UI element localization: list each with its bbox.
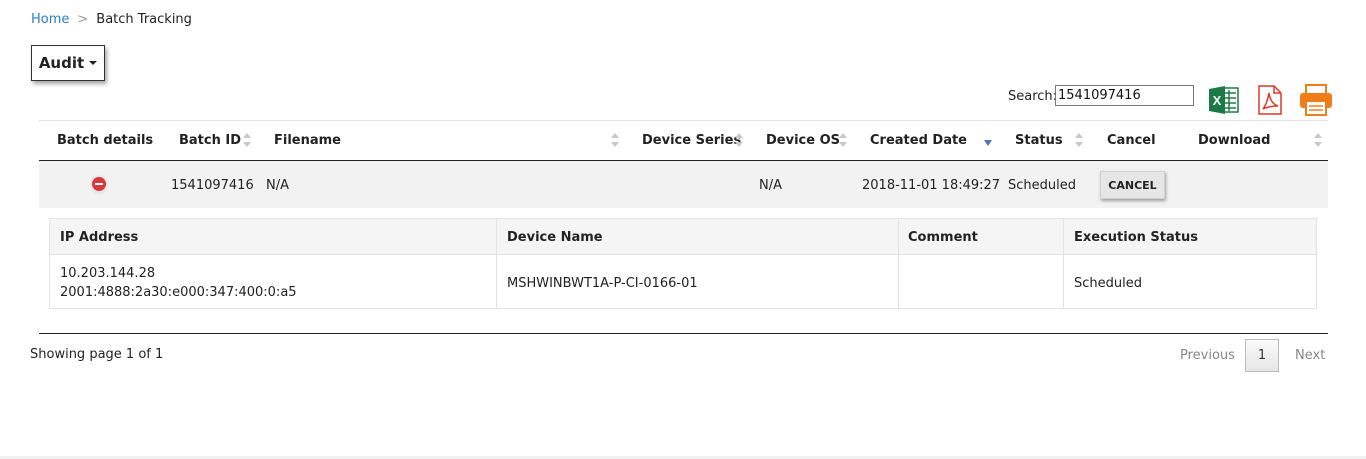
column-header-device-series[interactable]: Device Series (642, 133, 741, 148)
cell-ipv4-address: 10.203.144.28 (60, 266, 156, 281)
cell-filename: N/A (266, 178, 289, 193)
sort-icon[interactable] (735, 133, 743, 149)
breadcrumb-separator: > (77, 12, 89, 27)
caret-down-icon (89, 61, 98, 65)
cell-status: Scheduled (1008, 178, 1076, 193)
column-header-filename[interactable]: Filename (274, 133, 341, 148)
cell-device-os: N/A (759, 178, 782, 193)
page-info: Showing page 1 of 1 (30, 347, 164, 362)
breadcrumb: Home > Batch Tracking (31, 12, 192, 27)
column-header-download[interactable]: Download (1198, 133, 1270, 148)
previous-page-button[interactable]: Previous (1180, 348, 1235, 363)
cell-execution-status: Scheduled (1074, 276, 1142, 291)
audit-dropdown-button[interactable]: Audit (31, 45, 105, 81)
sort-icon[interactable] (1075, 133, 1083, 149)
svg-text:X: X (1213, 93, 1222, 108)
column-divider (1063, 219, 1064, 308)
cell-ipv6-address: 2001:4888:2a30:e000:347:400:0:a5 (60, 285, 297, 300)
column-header-created-date[interactable]: Created Date (870, 133, 967, 148)
sort-icon[interactable] (839, 133, 847, 149)
breadcrumb-home-link[interactable]: Home (31, 12, 69, 27)
breadcrumb-current: Batch Tracking (96, 12, 192, 27)
details-header-execution-status: Execution Status (1074, 230, 1198, 245)
details-header-comment: Comment (908, 230, 978, 245)
cell-batch-id: 1541097416 (171, 178, 254, 193)
table-top-border (39, 120, 1328, 121)
batch-details-table: IP Address Device Name Comment Execution… (49, 218, 1317, 309)
sort-icon[interactable] (1314, 133, 1322, 149)
column-divider (898, 219, 899, 308)
audit-button-label: Audit (38, 54, 85, 72)
sort-icon[interactable] (243, 133, 251, 149)
search-input[interactable] (1055, 85, 1194, 106)
sort-descending-icon[interactable] (984, 140, 992, 146)
details-header-device-name: Device Name (507, 230, 603, 245)
page-1-button[interactable]: 1 (1245, 339, 1279, 372)
cell-created-date: 2018-11-01 18:49:27 (862, 178, 1001, 193)
column-header-cancel: Cancel (1107, 133, 1156, 148)
search-label: Search: (1008, 89, 1058, 104)
next-page-button[interactable]: Next (1295, 348, 1325, 363)
cell-device-name: MSHWINBWT1A-P-CI-0166-01 (507, 276, 698, 291)
print-icon[interactable] (1298, 83, 1334, 117)
column-header-device-os[interactable]: Device OS (766, 133, 840, 148)
collapse-details-icon[interactable] (92, 177, 106, 191)
table-bottom-border (39, 333, 1328, 334)
column-header-batch-details: Batch details (57, 133, 154, 148)
cancel-batch-button[interactable]: CANCEL (1100, 171, 1165, 199)
column-divider (496, 219, 497, 308)
column-header-batch-id[interactable]: Batch ID (179, 133, 241, 148)
column-header-status[interactable]: Status (1015, 133, 1063, 148)
pdf-icon[interactable] (1257, 85, 1283, 115)
excel-icon[interactable]: X (1208, 85, 1240, 115)
details-header-ip-address: IP Address (60, 230, 139, 245)
sort-icon[interactable] (611, 133, 619, 149)
